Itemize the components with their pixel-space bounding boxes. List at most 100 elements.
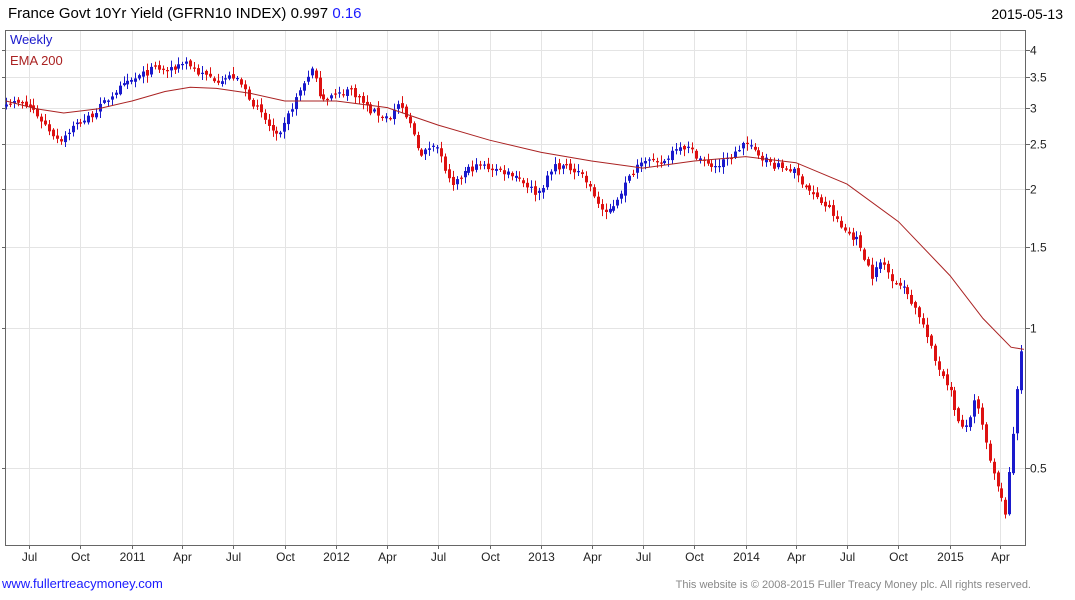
price-bar [260,98,263,118]
bar-body [1020,351,1023,391]
bar-body [154,65,157,67]
price-bar [479,160,482,170]
price-bar [162,65,165,75]
price-bar [444,153,447,174]
bar-body [836,216,839,219]
price-bar [1008,467,1011,516]
bar-body [166,70,169,72]
price-bar [652,153,655,162]
x-tick-label: 2014 [733,550,760,564]
x-tick-label: 2011 [120,550,146,564]
price-bar [906,284,909,300]
bar-body [511,172,514,177]
price-bar [930,334,933,349]
bar-body [875,267,878,278]
bar-body [87,115,90,123]
bar-body [487,163,490,170]
bar-body [789,169,792,172]
bar-body [977,399,980,409]
bar-body [264,112,267,120]
price-bar [832,199,835,222]
y-tick-label: 0.5 [1030,462,1047,476]
price-bar [569,159,572,175]
bar-body [722,159,725,168]
price-bar [319,70,322,99]
bar-body [710,163,713,167]
price-bar [801,174,804,188]
price-bar [72,121,75,137]
bar-body [479,164,482,166]
bar-body [777,163,780,168]
price-bar [76,118,79,130]
price-bar [875,261,878,282]
bar-body [930,335,933,346]
price-bar [546,171,549,190]
price-bar [181,61,184,70]
price-bar [236,76,239,81]
bar-body [275,130,278,134]
price-bar [910,289,913,306]
bar-body [691,147,694,150]
bar-body [170,67,173,71]
bar-body [812,192,815,195]
bar-body [268,119,271,126]
bar-body [573,168,576,173]
bar-body [217,80,220,83]
bar-body [675,149,678,151]
x-tick-label: Oct [276,550,295,564]
price-bar [287,110,290,131]
price-bar [926,317,929,344]
price-bar [32,98,35,114]
price-bar [722,152,725,174]
price-bar [632,169,635,177]
bar-body [785,168,788,170]
x-tick-label: Apr [787,550,806,564]
bar-body [914,302,917,308]
bar-body [589,184,592,187]
bar-body [319,77,322,97]
bar-body [491,168,494,171]
price-bar [471,160,474,177]
bar-body [272,125,275,131]
bar-body [816,192,819,198]
bar-body [248,89,251,100]
bar-body [714,166,717,168]
price-bar [691,142,694,154]
bar-body [126,80,129,85]
bar-body [961,419,964,427]
price-bar [467,164,470,176]
price-bar [769,157,772,166]
price-bar [648,157,651,168]
price-bar [985,422,988,450]
bar-body [95,113,98,118]
price-bar [142,66,145,84]
price-bar [464,166,467,184]
price-bar [1016,386,1019,441]
y-tick-label: 4 [1030,44,1037,58]
bar-body [620,193,623,199]
bar-body [295,97,298,110]
price-bar [420,148,423,157]
price-bar [957,406,960,424]
bar-body [718,166,721,168]
bar-body [569,163,572,171]
bar-body [562,165,565,169]
price-bar [687,141,690,154]
bar-body [1000,488,1003,498]
grid-lines [6,31,1025,545]
price-bar [597,191,600,209]
bar-body [997,472,1000,487]
bar-body [189,60,192,67]
site-link[interactable]: www.fullertreacymoney.com [2,576,163,591]
bar-body [205,70,208,75]
price-bar [95,108,98,120]
bar-body [444,156,447,171]
bar-body [938,361,941,370]
bar-body [757,150,760,156]
price-bar [581,169,584,178]
price-bar [424,148,427,161]
bar-body [5,104,8,107]
bar-body [456,179,459,185]
price-bar [197,64,200,77]
bar-body [859,235,862,248]
